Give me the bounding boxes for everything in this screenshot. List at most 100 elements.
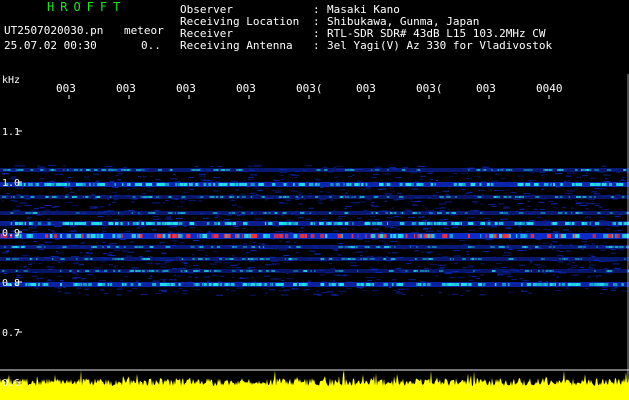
signal-fleck: [134, 246, 138, 248]
signal-fleck: [450, 212, 454, 214]
spectrogram-canvas: kHz 1.1 1.0 0.9 0.8 0.7 0.6 003 003 003 003 003(003…: [0, 74, 629, 400]
noise-speck: [46, 266, 52, 268]
signal-fleck: [601, 183, 607, 186]
signal-fleck: [266, 270, 269, 272]
noise-speck: [235, 189, 239, 191]
noise-speck: [138, 220, 141, 221]
signal-fleck: [246, 270, 250, 272]
noise-speck: [519, 249, 527, 251]
spectrogram-panel: kHz 1.1 1.0 0.9 0.8 0.7 0.6 003 003 003 003 003(003…: [0, 74, 629, 400]
signal-fleck: [445, 212, 450, 214]
signal-fleck: [554, 283, 556, 286]
noise-speck: [395, 177, 402, 178]
noise-speck: [461, 189, 466, 191]
signal-fleck: [338, 246, 343, 248]
signal-fleck: [32, 283, 37, 286]
noise-speck: [503, 207, 510, 209]
signal-fleck: [418, 212, 421, 214]
signal-fleck: [12, 258, 17, 260]
noise-speck: [575, 203, 582, 205]
noise-speck: [470, 209, 476, 211]
noise-speck: [557, 255, 564, 257]
signal-fleck: [564, 234, 566, 238]
signal-fleck: [317, 183, 320, 186]
time-label: 003(: [416, 82, 443, 95]
noise-speck: [198, 173, 206, 175]
info-value-antenna: 3el Yagi(V) Az 330 for Vladivostok: [327, 39, 553, 52]
signal-fleck: [493, 196, 497, 198]
noise-speck: [367, 280, 372, 282]
noise-speck: [326, 291, 334, 293]
noise-speck: [392, 279, 397, 281]
signal-fleck: [621, 196, 625, 198]
signal-fleck: [608, 183, 613, 186]
noise-speck: [453, 255, 462, 257]
signal-fleck: [607, 270, 613, 272]
noise-speck: [249, 192, 255, 194]
noise-speck: [230, 199, 235, 201]
noise-speck: [530, 260, 533, 262]
noise-speck: [102, 227, 108, 229]
signal-fleck: [596, 246, 598, 248]
noise-speck: [80, 252, 83, 254]
noise-speck: [529, 262, 533, 264]
signal-fleck: [53, 234, 58, 238]
noise-speck: [301, 227, 305, 229]
noise-speck: [54, 226, 62, 227]
signal-fleck: [224, 222, 228, 225]
signal-fleck: [211, 234, 214, 238]
noise-speck: [70, 230, 77, 232]
signal-fleck: [284, 258, 287, 260]
signal-fleck: [383, 283, 388, 286]
noise-speck: [76, 287, 82, 289]
noise-speck: [371, 205, 379, 207]
signal-fleck: [302, 283, 306, 286]
noise-speck: [326, 191, 331, 193]
noise-speck: [184, 199, 188, 201]
noise-speck: [364, 240, 370, 242]
signal-fleck: [205, 258, 208, 260]
noise-speck: [226, 289, 229, 291]
noise-speck: [596, 228, 601, 230]
signal-fleck: [535, 196, 540, 198]
noise-speck: [109, 180, 115, 182]
signal-fleck: [515, 234, 518, 238]
signal-fleck: [548, 246, 552, 248]
signal-fleck: [193, 283, 195, 286]
noise-speck: [462, 267, 467, 269]
signal-fleck: [37, 222, 42, 225]
signal-fleck: [239, 270, 244, 272]
noise-speck: [599, 293, 604, 295]
noise-speck: [32, 231, 38, 233]
signal-fleck: [432, 246, 437, 248]
noise-speck: [603, 181, 610, 183]
signal-fleck: [314, 183, 318, 186]
signal-fleck: [365, 183, 368, 186]
noise-speck: [209, 263, 217, 265]
noise-speck: [108, 243, 117, 245]
signal-fleck: [605, 246, 610, 248]
noise-speck: [5, 251, 10, 252]
noise-speck: [44, 241, 52, 243]
signal-fleck: [288, 246, 291, 248]
noise-speck: [408, 216, 415, 218]
noise-speck: [28, 263, 32, 265]
signal-fleck: [508, 258, 511, 260]
noise-speck: [412, 188, 419, 190]
noise-speck: [18, 202, 26, 204]
noise-speck: [171, 268, 177, 270]
signal-fleck: [149, 183, 153, 186]
signal-fleck: [542, 258, 545, 260]
noise-speck: [477, 189, 486, 191]
noise-speck: [527, 180, 532, 182]
noise-speck: [423, 227, 431, 229]
noise-speck: [3, 273, 8, 274]
noise-speck: [319, 191, 323, 193]
noise-speck: [357, 217, 362, 219]
noise-speck: [83, 255, 91, 257]
signal-fleck: [498, 246, 502, 248]
noise-speck: [339, 290, 347, 292]
noise-speck: [532, 219, 536, 221]
noise-speck: [385, 255, 388, 257]
noise-speck: [553, 274, 556, 276]
